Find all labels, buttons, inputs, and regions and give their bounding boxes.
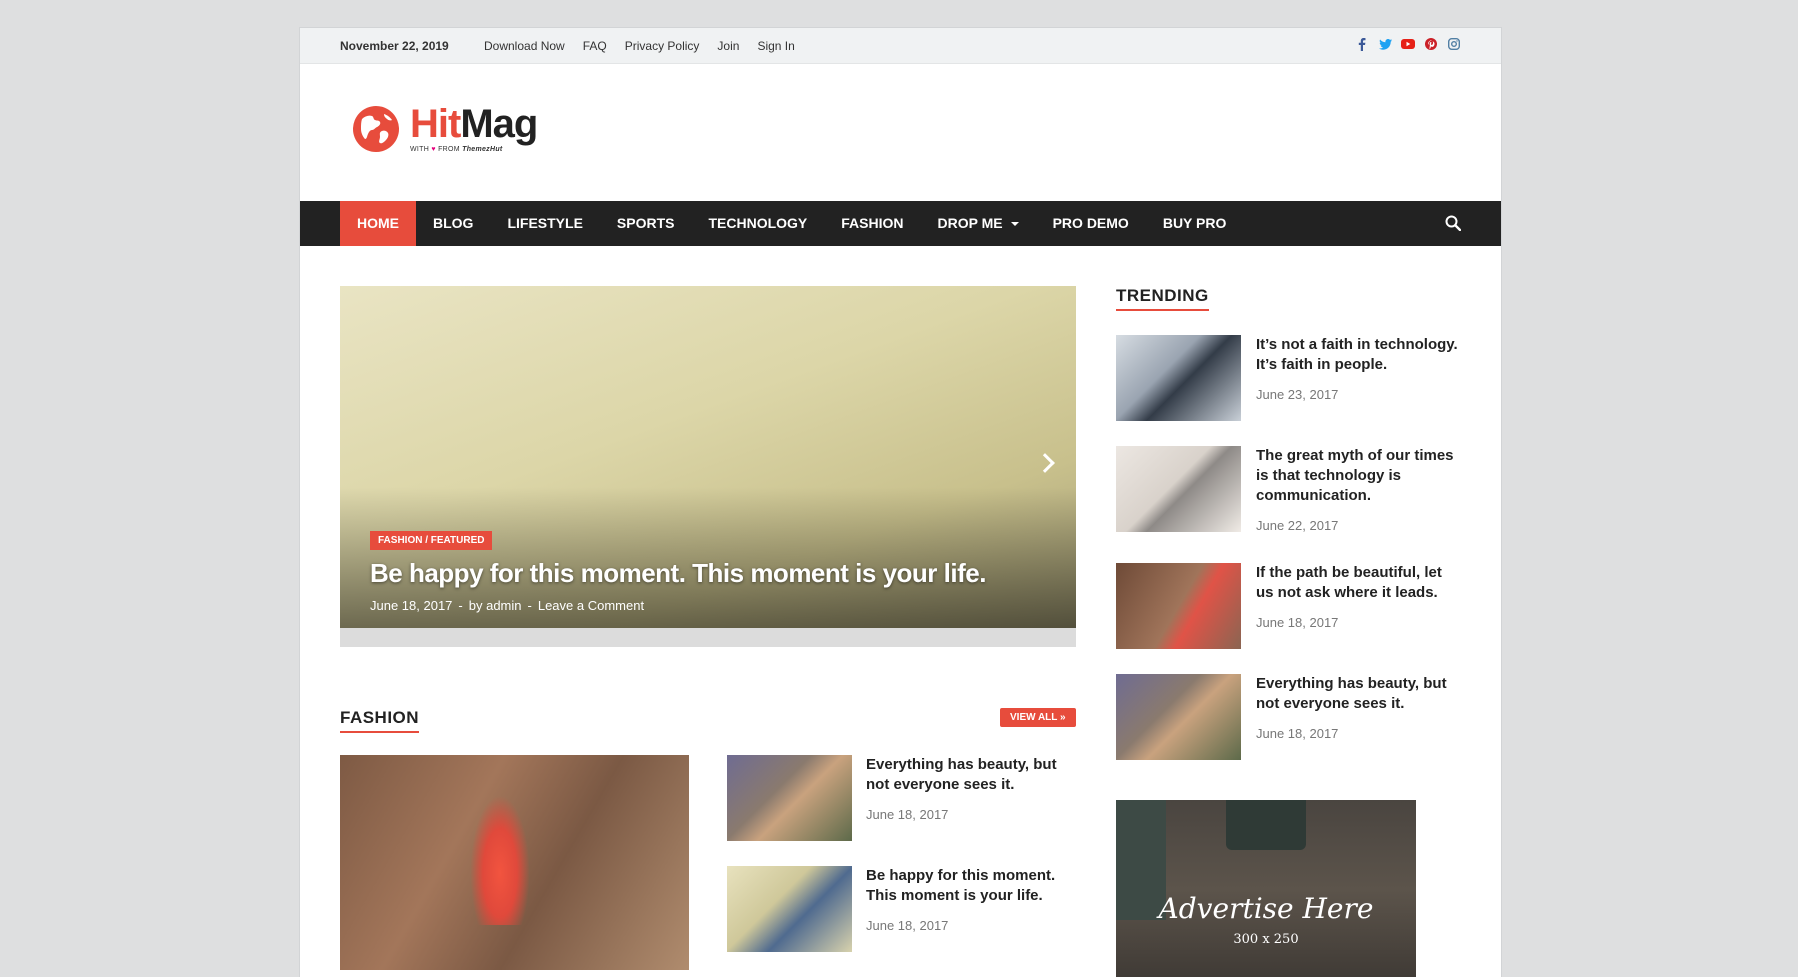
nav-item-pro-demo[interactable]: PRO DEMO	[1036, 201, 1146, 246]
search-icon[interactable]	[1445, 215, 1461, 231]
advert-headline: Advertise Here	[1158, 892, 1374, 925]
top-links: Download Now FAQ Privacy Policy Join Sig…	[484, 39, 813, 53]
post-title[interactable]: The great myth of our times is that tech…	[1256, 446, 1461, 506]
nav-item-sports[interactable]: SPORTS	[600, 201, 692, 246]
post-date: June 18, 2017	[1256, 615, 1339, 630]
join-link[interactable]: Join	[717, 39, 739, 53]
post-title[interactable]: Be happy for this moment. This moment is…	[866, 866, 1066, 906]
nav-item-fashion[interactable]: FASHION	[824, 201, 920, 246]
brand-name: HitMag	[410, 102, 538, 146]
post-thumbnail[interactable]	[1116, 674, 1241, 760]
slide-meta: June 18, 2017 - by admin - Leave a Comme…	[370, 598, 645, 613]
nav-item-home[interactable]: HOME	[340, 201, 416, 246]
slide-category[interactable]: FASHION / FEATURED	[370, 531, 493, 550]
sign-in-link[interactable]: Sign In	[757, 39, 794, 53]
view-all-button[interactable]: VIEW ALL »	[1000, 708, 1076, 727]
instagram-icon[interactable]	[1447, 37, 1461, 51]
list-item: Be happy for this moment. This moment is…	[727, 866, 1066, 952]
heart-icon: ♥	[431, 146, 436, 153]
post-title[interactable]: Everything has beauty, but not everyone …	[1256, 674, 1461, 714]
post-thumbnail[interactable]	[727, 866, 852, 952]
brand-tagline: WITH ♥ FROM ThemezHut	[410, 146, 503, 153]
trending-section-title: TRENDING	[1116, 286, 1209, 311]
site-container: November 22, 2019 Download Now FAQ Priva…	[300, 28, 1501, 977]
nav-item-lifestyle[interactable]: LIFESTYLE	[490, 201, 599, 246]
faq-link[interactable]: FAQ	[583, 39, 607, 53]
youtube-icon[interactable]	[1401, 37, 1415, 51]
list-item: The great myth of our times is that tech…	[1116, 446, 1461, 533]
list-item: It’s not a faith in technology. It’s fai…	[1116, 335, 1461, 421]
post-title[interactable]: If the path be beautiful, let us not ask…	[1256, 563, 1461, 603]
nav-item-drop-me[interactable]: DROP ME	[921, 201, 1036, 246]
typewriter-image	[1226, 800, 1306, 850]
post-thumbnail[interactable]	[1116, 563, 1241, 649]
social-links	[1355, 37, 1461, 51]
post-thumbnail[interactable]	[1116, 335, 1241, 421]
fashion-section-title: FASHION	[340, 708, 420, 733]
slide-date[interactable]: June 18, 2017	[370, 598, 452, 613]
post-date: June 18, 2017	[866, 807, 949, 822]
post-date: June 18, 2017	[866, 918, 949, 933]
list-item: Everything has beauty, but not everyone …	[727, 755, 1066, 841]
globe-icon	[353, 105, 399, 152]
current-date: November 22, 2019	[340, 39, 449, 53]
list-item: If the path be beautiful, let us not ask…	[1116, 563, 1461, 649]
post-title[interactable]: Everything has beauty, but not everyone …	[866, 755, 1066, 795]
featured-slider[interactable]: FASHION / FEATURED Be happy for this mom…	[340, 286, 1076, 647]
advert-size: 300 x 250	[1233, 932, 1299, 947]
nav-item-blog[interactable]: BLOG	[416, 201, 490, 246]
post-date: June 18, 2017	[1256, 726, 1339, 741]
nav-item-technology[interactable]: TECHNOLOGY	[691, 201, 824, 246]
post-title[interactable]: It’s not a faith in technology. It’s fai…	[1256, 335, 1461, 375]
post-date: June 22, 2017	[1256, 518, 1339, 533]
caret-down-icon	[1010, 222, 1019, 227]
site-logo[interactable]: HitMag WITH ♥ FROM ThemezHut	[352, 102, 538, 153]
fashion-main-image[interactable]	[340, 755, 689, 970]
post-date: June 23, 2017	[1256, 387, 1339, 402]
download-now-link[interactable]: Download Now	[484, 39, 565, 53]
slide-author[interactable]: by admin	[469, 598, 522, 613]
post-thumbnail[interactable]	[727, 755, 852, 841]
nav-item-buy-pro[interactable]: BUY PRO	[1146, 201, 1244, 246]
site-header: HitMag WITH ♥ FROM ThemezHut	[300, 64, 1501, 201]
facebook-icon[interactable]	[1355, 37, 1369, 51]
slide-comment-link[interactable]: Leave a Comment	[538, 598, 644, 613]
list-item: Everything has beauty, but not everyone …	[1116, 674, 1461, 760]
privacy-policy-link[interactable]: Privacy Policy	[625, 39, 700, 53]
advertisement-banner[interactable]: Advertise Here 300 x 250	[1116, 800, 1416, 977]
post-thumbnail[interactable]	[1116, 446, 1241, 532]
main-navigation: HOME BLOG LIFESTYLE SPORTS TECHNOLOGY FA…	[300, 201, 1501, 246]
slide-title[interactable]: Be happy for this moment. This moment is…	[370, 558, 986, 589]
twitter-icon[interactable]	[1378, 37, 1392, 51]
pinterest-icon[interactable]	[1424, 37, 1438, 51]
slider-pager	[340, 628, 1076, 647]
top-bar: November 22, 2019 Download Now FAQ Priva…	[300, 28, 1501, 64]
